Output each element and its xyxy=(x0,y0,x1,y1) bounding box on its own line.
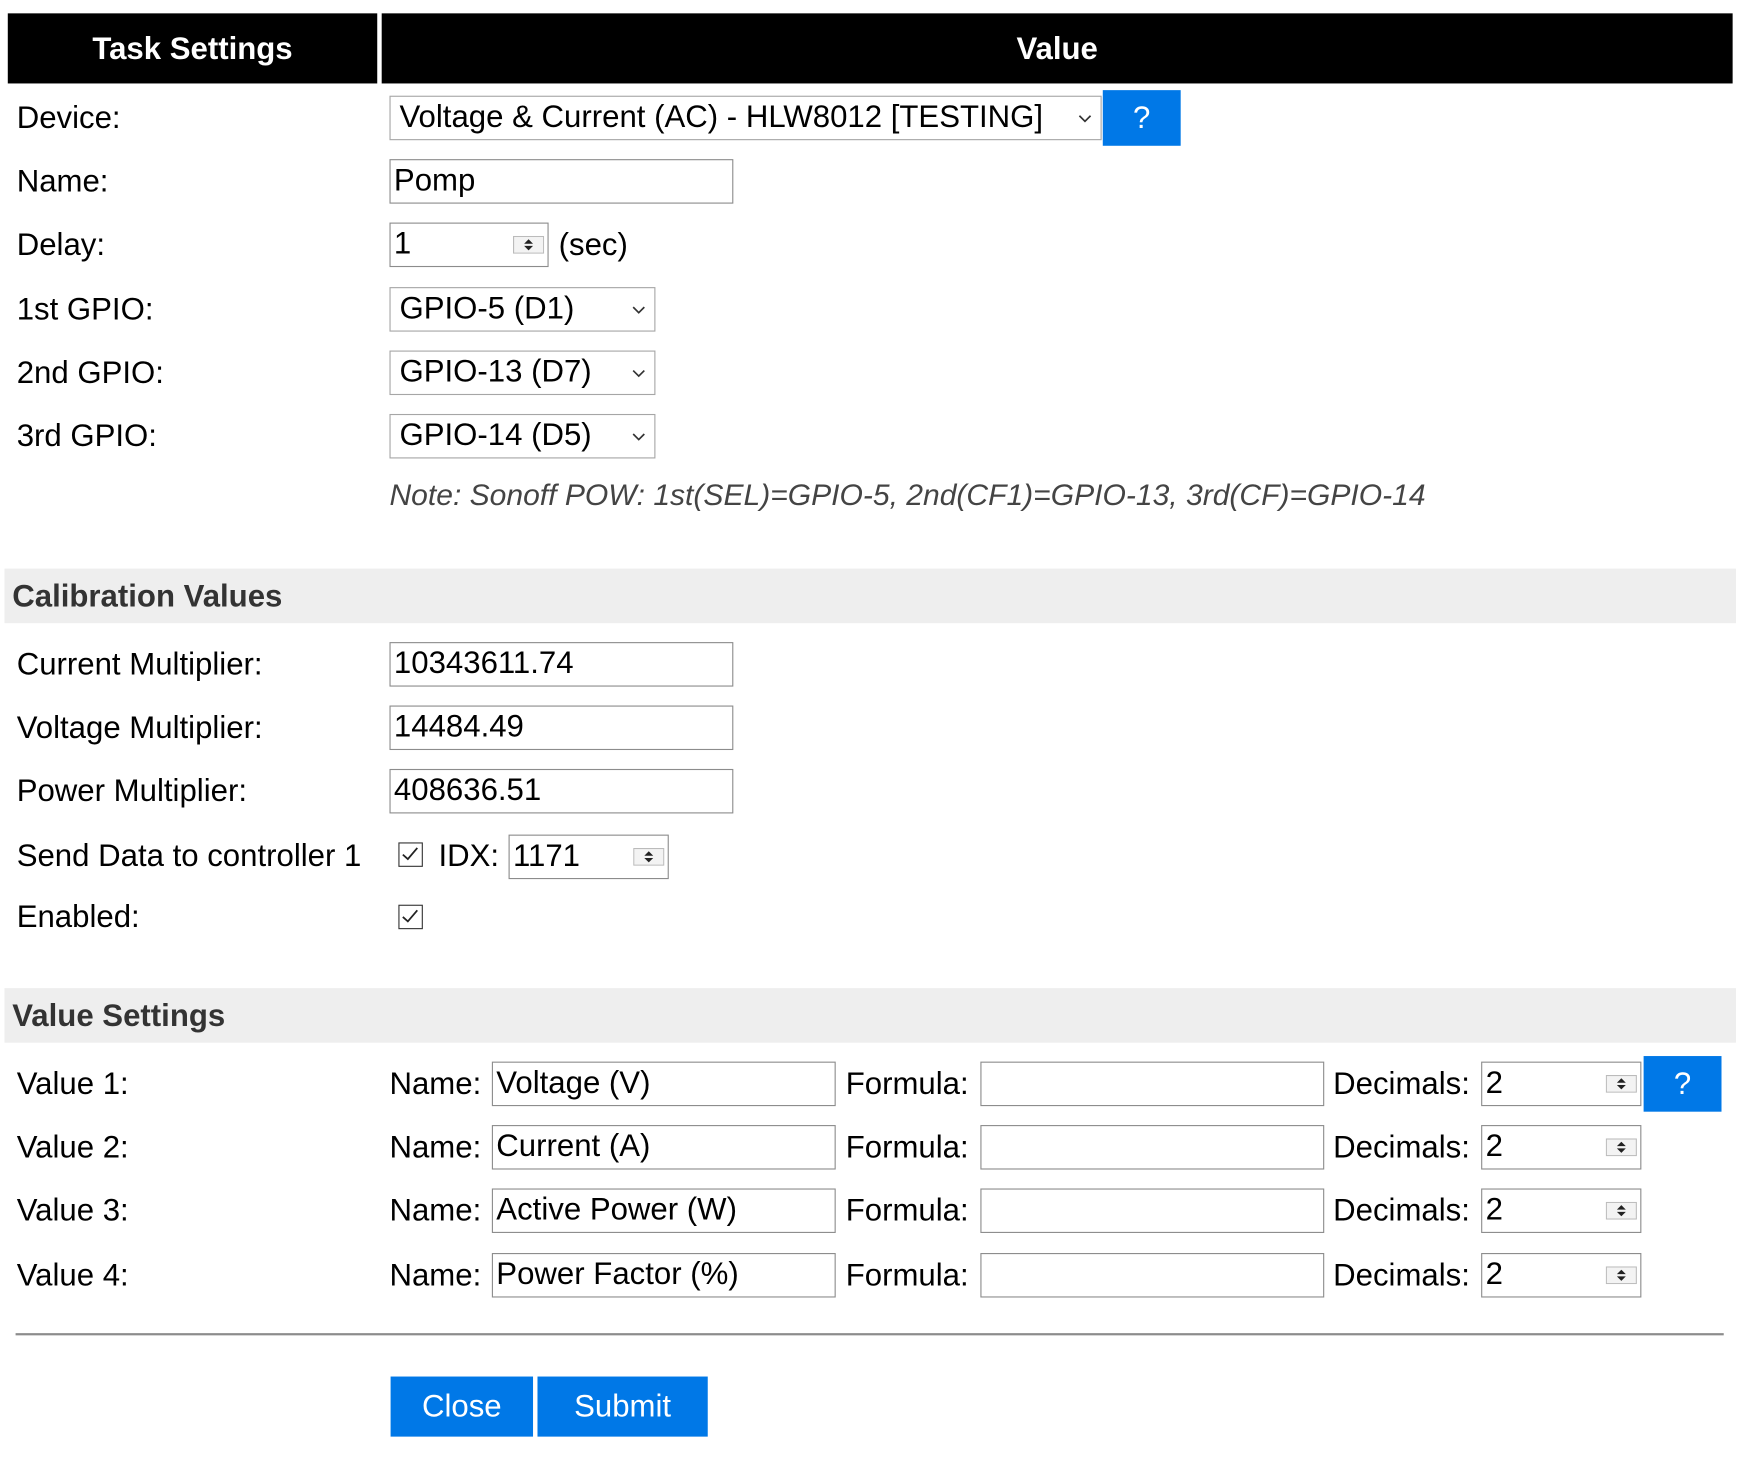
chevron-down-icon xyxy=(632,369,645,378)
gpio-note: Note: Sonoff POW: 1st(SEL)=GPIO-5, 2nd(C… xyxy=(389,478,1426,512)
value4-formula-input[interactable] xyxy=(980,1253,1325,1298)
voltage-multiplier-input[interactable]: 14484.49 xyxy=(389,705,734,751)
value2-name-label: Name: xyxy=(389,1129,482,1164)
value4-label: Value 4: xyxy=(16,1257,129,1292)
gpio3-label: 3rd GPIO: xyxy=(16,418,157,453)
idx-value: 1171 xyxy=(513,837,581,873)
value3-decimals-value: 2 xyxy=(1485,1191,1503,1227)
spinner-arrows-icon[interactable] xyxy=(633,847,665,866)
device-help-button[interactable]: ? xyxy=(1102,90,1181,146)
voltage-multiplier-label: Voltage Multiplier: xyxy=(16,709,263,745)
spinner-arrows-icon[interactable] xyxy=(1605,1201,1637,1220)
chevron-down-icon xyxy=(632,433,645,441)
value2-decimals-value: 2 xyxy=(1485,1128,1503,1163)
send-data-checkbox[interactable] xyxy=(398,842,423,867)
device-select-value: Voltage & Current (AC) - HLW8012 [TESTIN… xyxy=(399,99,1044,134)
delay-value: 1 xyxy=(393,225,412,261)
value3-decimals-input[interactable]: 2 xyxy=(1481,1188,1642,1233)
gpio2-select[interactable]: GPIO-13 (D7) xyxy=(389,350,656,396)
gpio3-value: GPIO-14 (D5) xyxy=(399,417,592,452)
value2-decimals-input[interactable]: 2 xyxy=(1481,1125,1642,1170)
gpio2-value: GPIO-13 (D7) xyxy=(399,353,592,389)
value4-decimals-label: Decimals: xyxy=(1333,1257,1470,1292)
calibration-section-title: Calibration Values xyxy=(4,568,1736,624)
value2-decimals-label: Decimals: xyxy=(1333,1129,1470,1164)
power-multiplier-input[interactable]: 408636.51 xyxy=(389,768,734,814)
divider xyxy=(15,1333,1724,1336)
spinner-arrows-icon[interactable] xyxy=(1605,1074,1637,1093)
device-select[interactable]: Voltage & Current (AC) - HLW8012 [TESTIN… xyxy=(389,95,1102,141)
gpio1-label: 1st GPIO: xyxy=(16,291,154,327)
value2-formula-label: Formula: xyxy=(845,1129,969,1164)
spinner-arrows-icon[interactable] xyxy=(513,235,545,254)
task-settings-page: Task Settings Value Device: Voltage & Cu… xyxy=(0,0,1736,1469)
value1-formula-input[interactable] xyxy=(980,1061,1325,1107)
value1-decimals-input[interactable]: 2 xyxy=(1481,1061,1642,1107)
gpio2-label: 2nd GPIO: xyxy=(16,354,164,390)
power-multiplier-label: Power Multiplier: xyxy=(16,773,247,808)
delay-input[interactable]: 1 xyxy=(389,222,549,268)
name-label: Name: xyxy=(16,163,109,199)
header-value: Value xyxy=(381,13,1733,84)
chevron-down-icon xyxy=(632,306,645,314)
value2-formula-input[interactable] xyxy=(980,1125,1325,1170)
enabled-checkbox[interactable] xyxy=(398,904,423,930)
header-task-settings: Task Settings xyxy=(7,13,378,84)
value-settings-help-button[interactable]: ? xyxy=(1643,1056,1722,1112)
gpio1-select[interactable]: GPIO-5 (D1) xyxy=(389,287,656,332)
value1-formula-label: Formula: xyxy=(845,1066,969,1101)
idx-label: IDX: xyxy=(438,837,500,873)
send-data-label: Send Data to controller 1 xyxy=(16,837,362,873)
value2-label: Value 2: xyxy=(16,1129,129,1164)
delay-unit: (sec) xyxy=(558,227,628,262)
value1-decimals-label: Decimals: xyxy=(1333,1066,1470,1101)
value-settings-section-title: Value Settings xyxy=(4,988,1736,1043)
close-button[interactable]: Close xyxy=(390,1376,534,1437)
current-multiplier-label: Current Multiplier: xyxy=(16,646,263,682)
checkmark-icon xyxy=(402,847,418,861)
value3-formula-input[interactable] xyxy=(980,1188,1325,1233)
current-multiplier-input[interactable]: 10343611.74 xyxy=(389,642,734,687)
chevron-down-icon xyxy=(1078,115,1092,123)
value3-name-label: Name: xyxy=(389,1192,482,1228)
value4-formula-label: Formula: xyxy=(845,1257,969,1292)
value4-decimals-input[interactable]: 2 xyxy=(1481,1253,1642,1298)
gpio1-value: GPIO-5 (D1) xyxy=(399,290,575,325)
task-name-input[interactable]: Pomp xyxy=(389,159,734,204)
value2-name-input[interactable]: Current (A) xyxy=(491,1125,836,1170)
enabled-label: Enabled: xyxy=(16,899,140,934)
delay-label: Delay: xyxy=(16,227,106,262)
checkmark-icon xyxy=(402,909,418,923)
value3-label: Value 3: xyxy=(16,1192,129,1228)
value1-name-input[interactable]: Voltage (V) xyxy=(491,1061,836,1107)
spinner-arrows-icon[interactable] xyxy=(1605,1266,1637,1285)
value4-name-input[interactable]: Power Factor (%) xyxy=(491,1253,836,1298)
value4-name-label: Name: xyxy=(389,1257,482,1292)
spinner-arrows-icon[interactable] xyxy=(1605,1138,1637,1157)
gpio3-select[interactable]: GPIO-14 (D5) xyxy=(389,413,656,459)
value3-formula-label: Formula: xyxy=(845,1192,969,1228)
value1-decimals-value: 2 xyxy=(1485,1064,1503,1100)
value4-decimals-value: 2 xyxy=(1485,1256,1503,1291)
value1-name-label: Name: xyxy=(389,1066,482,1101)
value1-label: Value 1: xyxy=(16,1066,129,1101)
device-label: Device: xyxy=(16,100,121,135)
submit-button[interactable]: Submit xyxy=(537,1376,708,1437)
value3-name-input[interactable]: Active Power (W) xyxy=(491,1188,836,1233)
idx-input[interactable]: 1171 xyxy=(508,834,669,880)
value3-decimals-label: Decimals: xyxy=(1333,1192,1470,1228)
